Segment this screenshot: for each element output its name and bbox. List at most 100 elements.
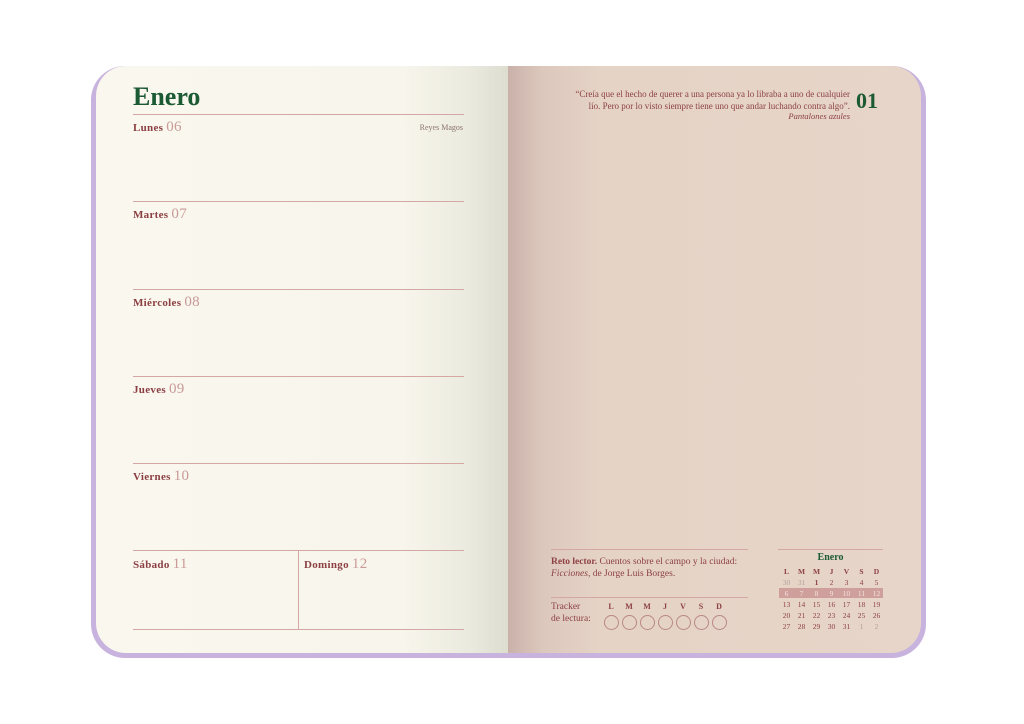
mini-calendar-day: 6 <box>784 589 789 598</box>
mini-calendar-day: 31 <box>797 578 806 587</box>
month-title: Enero <box>133 82 201 111</box>
mini-calendar-day: 2 <box>829 578 834 587</box>
day-sunday: Domingo 12 <box>304 556 368 573</box>
mini-calendar-day: 5 <box>874 578 879 587</box>
day-tuesday: Martes 07 <box>133 206 187 223</box>
reading-challenge: Reto lector. Cuentos sobre el campo y la… <box>551 556 756 580</box>
tracker-day-letter: L <box>608 602 614 611</box>
rule-line <box>551 597 748 598</box>
tracker-day-letter: M <box>643 602 651 611</box>
day-number: 08 <box>184 294 200 310</box>
mini-calendar-day: 2 <box>874 622 879 631</box>
day-name: Miércoles <box>133 297 182 309</box>
mini-calendar-header: M <box>797 567 806 576</box>
quote-text: “Creía que el hecho de querer a una pers… <box>538 88 850 112</box>
mini-calendar-day: 24 <box>842 611 851 620</box>
mini-calendar-day: 28 <box>797 622 806 631</box>
mini-calendar-header: V <box>843 567 850 576</box>
tracker-day-circle[interactable] <box>604 615 619 630</box>
mini-calendar-day: 22 <box>812 611 821 620</box>
tracker-day-circle[interactable] <box>676 615 691 630</box>
tracker-day-circle[interactable] <box>658 615 673 630</box>
mini-calendar-day: 3 <box>844 578 849 587</box>
day-number: 07 <box>171 206 188 222</box>
mini-calendar-header: D <box>873 567 880 576</box>
rule-line <box>133 114 464 115</box>
mini-calendar-day: 26 <box>872 611 881 620</box>
rule-line <box>778 549 883 550</box>
tracker-day-circle[interactable] <box>622 615 637 630</box>
rule-line <box>133 289 464 290</box>
day-name: Viernes <box>133 471 171 483</box>
tracker-day-circle[interactable] <box>712 615 727 630</box>
mini-calendar-day: 25 <box>857 611 866 620</box>
day-saturday: Sábado 11 <box>133 556 188 573</box>
day-monday: Lunes 06 <box>133 119 182 136</box>
day-name: Jueves <box>133 384 166 396</box>
mini-calendar-day: 27 <box>782 622 791 631</box>
quote-line: “Creía que el hecho de querer a una pers… <box>575 89 850 99</box>
mini-calendar-day: 19 <box>872 600 881 609</box>
tracker-label-line: Tracker <box>551 602 581 612</box>
mini-calendar-day: 30 <box>782 578 791 587</box>
mini-calendar-day: 8 <box>814 589 819 598</box>
mini-calendar-day: 9 <box>829 589 834 598</box>
day-wednesday: Miércoles 08 <box>133 294 200 311</box>
mini-calendar-day: 10 <box>842 589 851 598</box>
day-number: 09 <box>168 381 185 397</box>
tracker-day-letter: S <box>698 602 704 611</box>
tracker-day-letter: J <box>663 602 667 611</box>
reading-tracker-label: Tracker de lectura: <box>551 601 601 625</box>
book-title: Ficciones <box>551 569 588 579</box>
tracker-day-circle[interactable] <box>640 615 655 630</box>
day-number: 11 <box>172 556 188 572</box>
day-thursday: Jueves 09 <box>133 381 185 398</box>
rule-line <box>551 549 748 550</box>
mini-calendar-day: 23 <box>827 611 836 620</box>
tracker-label-line: de lectura: <box>551 614 591 624</box>
holiday-note: Reyes Magos <box>419 123 463 132</box>
mini-calendar-day: 20 <box>782 611 791 620</box>
week-number: 01 <box>856 88 878 113</box>
rule-line <box>133 376 464 377</box>
mini-calendar-day: 30 <box>827 622 836 631</box>
mini-calendar-day: 7 <box>799 589 804 598</box>
mini-calendar-day: 13 <box>782 600 791 609</box>
mini-calendar-day: 16 <box>827 600 836 609</box>
mini-calendar-day: 21 <box>797 611 806 620</box>
rule-line <box>133 629 464 630</box>
mini-calendar-day: 15 <box>812 600 821 609</box>
quote-source: Pantalones azules <box>788 111 850 121</box>
mini-calendar-header: M <box>812 567 821 576</box>
tracker-day-letter: M <box>625 602 633 611</box>
day-number: 10 <box>173 468 190 484</box>
book-author: , de Jorge Luis Borges. <box>587 569 676 579</box>
day-friday: Viernes 10 <box>133 468 189 485</box>
mini-calendar-day: 31 <box>842 622 851 631</box>
tracker-day-circle[interactable] <box>694 615 709 630</box>
day-number: 06 <box>166 119 182 135</box>
mini-calendar-day: 1 <box>814 578 819 587</box>
mini-calendar-day: 17 <box>842 600 851 609</box>
rule-line <box>133 463 464 464</box>
mini-calendar-day: 1 <box>859 622 864 631</box>
mini-calendar-day: 29 <box>812 622 821 631</box>
mini-calendar-header: S <box>859 567 864 576</box>
reading-challenge-label: Reto lector. <box>551 557 598 567</box>
day-name: Lunes <box>133 122 164 134</box>
mini-calendar-title: Enero <box>817 552 844 563</box>
mini-calendar-day: 11 <box>857 589 866 598</box>
mini-calendar-day: 12 <box>872 589 881 598</box>
rule-line <box>133 201 464 202</box>
tracker-day-letter: D <box>716 602 722 611</box>
mini-calendar-header: J <box>829 567 834 576</box>
mini-calendar-header: L <box>783 567 789 576</box>
mini-calendar-day: 18 <box>857 600 866 609</box>
reading-challenge-text: Cuentos sobre el campo y la ciudad: <box>597 557 738 567</box>
day-name: Sábado <box>133 559 170 571</box>
day-name: Domingo <box>304 559 349 571</box>
mini-calendar-day: 14 <box>797 600 806 609</box>
weekend-divider <box>298 551 299 629</box>
mini-calendar-day: 4 <box>859 578 864 587</box>
tracker-day-letter: V <box>680 602 686 611</box>
